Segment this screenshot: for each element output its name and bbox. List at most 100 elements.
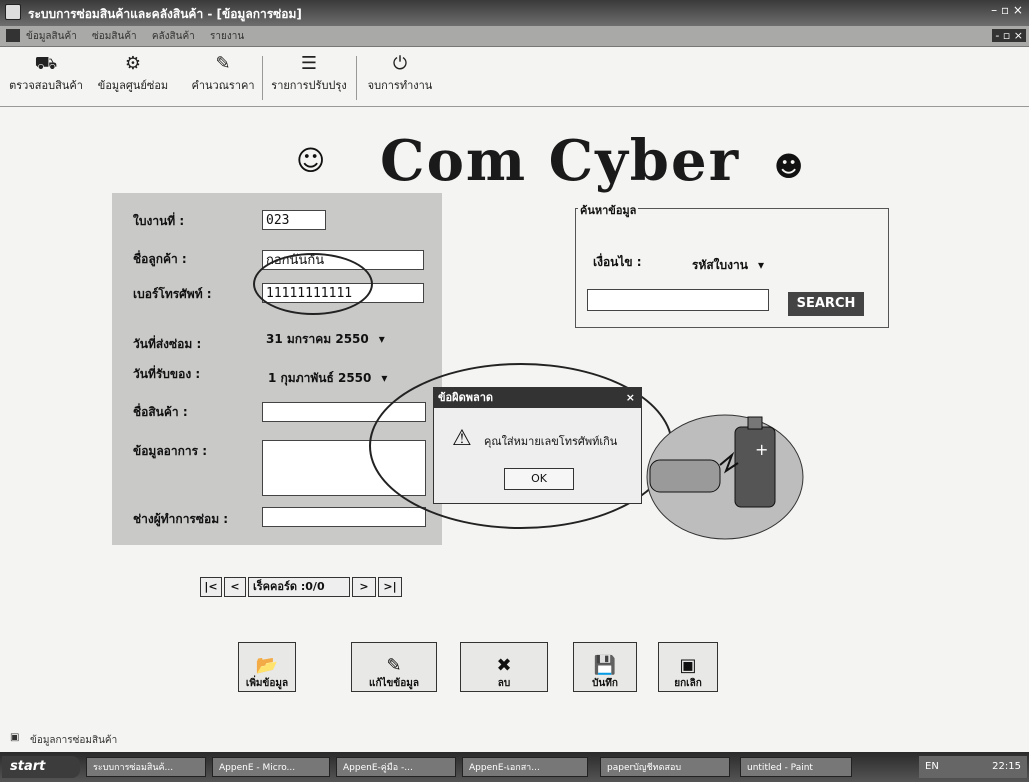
system-tray: EN 22:15 (919, 756, 1027, 778)
clock: 22:15 (992, 761, 1021, 772)
job-no-field[interactable]: 023 (262, 210, 326, 230)
add-button-label: เพิ่มข้อมูล (245, 678, 289, 689)
edit-button-label: แก้ไขข้อมูล (369, 678, 419, 689)
search-input[interactable] (587, 289, 769, 311)
toolbar: ⛟ ตรวจสอบสินค้า ⚙ ข้อมูลศูนย์ซ่อม ✎ คำนว… (0, 46, 1029, 107)
customer-label: ชื่อลูกค้า : (133, 252, 187, 266)
chevron-down-icon: ▾ (381, 371, 388, 385)
taskbar-item[interactable]: paperบัญชีทดสอบ (600, 757, 730, 777)
add-button[interactable]: 📂 เพิ่มข้อมูล (238, 642, 296, 692)
toolbar-exit[interactable]: ⏻ จบการทำงาน (360, 52, 440, 104)
start-button[interactable]: start (2, 756, 80, 778)
mdi-controls[interactable]: - ▫ × (992, 29, 1026, 42)
toolbar-updates[interactable]: ☰ รายการปรับปรุง (266, 52, 352, 104)
edit-icon: ✎ (386, 655, 402, 676)
dialog-title: ข้อผิดพลาด (438, 391, 494, 404)
dialog-message: คุณใส่หมายเลขโทรศัพท์เกิน (484, 435, 618, 448)
phone-label: เบอร์โทรศัพท์ : (133, 287, 212, 301)
mascot-right-icon: ☻ (774, 150, 804, 183)
status-text: ข้อมูลการซ่อมสินค้า (30, 735, 118, 746)
title-bar: ระบบการซ่อมสินค้าและคลังสินค้า - [ข้อมูล… (0, 0, 1029, 26)
calculator-icon: ✎ (215, 53, 231, 74)
taskbar-item[interactable]: ระบบการซ่อมสินค้... (86, 757, 206, 777)
toolbar-divider (262, 56, 263, 100)
symptom-label: ข้อมูลอาการ : (133, 444, 208, 458)
toolbar-label: ตรวจสอบสินค้า (9, 79, 83, 92)
prev-record-button[interactable]: < (224, 577, 246, 597)
chevron-down-icon: ▾ (378, 332, 385, 346)
taskbar-item[interactable]: AppenE-เอกสา... (462, 757, 588, 777)
window-title: ระบบการซ่อมสินค้าและคลังสินค้า - [ข้อมูล… (28, 7, 302, 21)
edit-button[interactable]: ✎ แก้ไขข้อมูล (351, 642, 437, 692)
cancel-icon: ▣ (679, 655, 697, 676)
product-label: ชื่อสินค้า : (133, 405, 188, 419)
menu-bar: ข้อมูลสินค้า ซ่อมสินค้า คลังสินค้า รายงา… (0, 26, 1029, 47)
warning-icon: ⚠ (452, 426, 472, 451)
search-button[interactable]: SEARCH (788, 292, 864, 316)
condition-value: รหัสใบงาน (692, 258, 748, 272)
list-icon: ☰ (300, 53, 318, 74)
job-no-label: ใบงานที่ : (133, 214, 185, 228)
status-bar: ▣ ข้อมูลการซ่อมสินค้า (0, 730, 1029, 750)
taskbar: start ระบบการซ่อมสินค้... AppenE - Micro… (0, 752, 1029, 782)
mdi-child-icon (6, 29, 20, 42)
add-folder-icon: 📂 (255, 655, 279, 676)
save-button[interactable]: 💾 บันทึก (573, 642, 637, 692)
menu-item-stock[interactable]: คลังสินค้า (152, 31, 195, 42)
toolbar-label: รายการปรับปรุง (271, 79, 347, 92)
menu-items: ข้อมูลสินค้า ซ่อมสินค้า คลังสินค้า รายงา… (26, 29, 256, 44)
brand-logo: Com Cyber (380, 128, 741, 194)
highlight-circle (253, 253, 373, 315)
battery-illustration: + (646, 414, 804, 540)
package-check-icon: ⛟ (34, 53, 58, 74)
condition-select[interactable]: รหัสใบงาน ▾ (692, 256, 764, 275)
menu-item-report[interactable]: รายงาน (210, 31, 244, 42)
save-icon: 💾 (593, 655, 617, 676)
record-counter: เร็คคอร์ด :0/0 (248, 577, 350, 597)
menu-item-products[interactable]: ข้อมูลสินค้า (26, 31, 77, 42)
cancel-button-label: ยกเลิก (674, 678, 702, 689)
service-center-icon: ⚙ (124, 53, 142, 74)
toolbar-label: จบการทำงาน (367, 79, 433, 92)
search-legend: ค้นหาข้อมูล (578, 201, 639, 219)
close-icon[interactable]: × (626, 388, 635, 408)
dialog-title-bar: ข้อผิดพลาด × (434, 388, 641, 408)
taskbar-item[interactable]: untitled - Paint (740, 757, 852, 777)
toolbar-calculate-price[interactable]: ✎ คำนวณราคา (186, 52, 260, 104)
receive-date-picker[interactable]: 1 กุมภาพันธ์ 2550 ▾ (268, 369, 387, 388)
language-indicator[interactable]: EN (925, 756, 939, 778)
delete-button[interactable]: ✖ ลบ (460, 642, 548, 692)
condition-label: เงื่อนไข : (593, 255, 642, 269)
delete-icon: ✖ (496, 655, 512, 676)
save-button-label: บันทึก (592, 678, 618, 689)
toolbar-label: คำนวณราคา (191, 79, 255, 92)
technician-label: ช่างผู้ทำการซ่อม : (133, 512, 229, 526)
chevron-down-icon: ▾ (757, 258, 764, 272)
toolbar-service-center[interactable]: ⚙ ข้อมูลศูนย์ซ่อม (90, 52, 176, 104)
cancel-button[interactable]: ▣ ยกเลิก (658, 642, 718, 692)
taskbar-item[interactable]: AppenE - Micro... (212, 757, 330, 777)
record-navigator: |< < เร็คคอร์ด :0/0 > >| (200, 577, 404, 597)
window-controls[interactable]: – ▫ × (991, 3, 1023, 17)
send-date-picker[interactable]: 31 มกราคม 2550 ▾ (266, 330, 385, 349)
send-date-label: วันที่ส่งซ่อม : (133, 337, 202, 351)
toolbar-check-products[interactable]: ⛟ ตรวจสอบสินค้า (4, 52, 88, 104)
first-record-button[interactable]: |< (200, 577, 222, 597)
status-icon: ▣ (10, 732, 20, 743)
toolbar-divider (356, 56, 357, 100)
technician-field[interactable] (262, 507, 426, 527)
error-dialog: ข้อผิดพลาด × ⚠ คุณใส่หมายเลขโทรศัพท์เกิน… (433, 387, 642, 504)
exit-icon: ⏻ (392, 53, 408, 74)
app-icon (5, 4, 21, 20)
svg-text:+: + (755, 440, 768, 459)
send-date-value: 31 มกราคม 2550 (266, 332, 369, 346)
toolbar-label: ข้อมูลศูนย์ซ่อม (97, 79, 169, 92)
next-record-button[interactable]: > (352, 577, 376, 597)
last-record-button[interactable]: >| (378, 577, 402, 597)
menu-item-repair[interactable]: ซ่อมสินค้า (92, 31, 137, 42)
taskbar-item[interactable]: AppenE-คู่มือ -... (336, 757, 456, 777)
mascot-left-icon: ☺ (296, 144, 326, 177)
delete-button-label: ลบ (497, 678, 511, 689)
ok-button[interactable]: OK (504, 468, 574, 490)
receive-date-label: วันที่รับของ : (133, 367, 201, 381)
